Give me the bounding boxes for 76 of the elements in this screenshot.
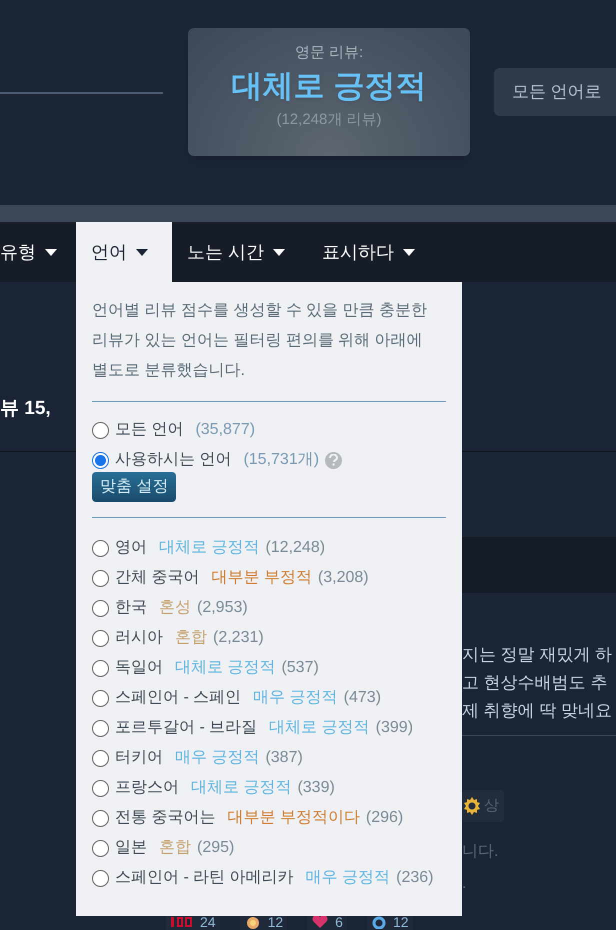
language-label[interactable]: 프랑스어 xyxy=(115,776,179,800)
rating-text: 대부분 부정적이다 xyxy=(227,808,360,828)
review-count: (295) xyxy=(197,838,234,858)
radio-button[interactable] xyxy=(92,540,109,556)
radio-button[interactable] xyxy=(92,660,109,676)
rating-text: 대체로 긍정적 xyxy=(191,778,292,798)
language-label[interactable]: 독일어 xyxy=(115,656,163,680)
language-label[interactable]: 터키어 xyxy=(115,746,163,770)
language-label[interactable]: 전통 중국어는 xyxy=(115,806,216,830)
radio-button[interactable] xyxy=(92,690,109,706)
review-total: 뷰 15, xyxy=(0,396,51,420)
review-text: 지는 정말 재밌게 하 고 현상수배범도 추 제 취향에 딱 맞네요 xyxy=(462,644,614,722)
heart-icon xyxy=(311,915,330,929)
gear-icon xyxy=(462,796,482,816)
review-count: (473) xyxy=(344,688,382,708)
language-label[interactable]: 한국 xyxy=(115,596,147,620)
review-note: . xyxy=(462,874,466,894)
rating-text: 혼성 xyxy=(159,598,191,618)
summary-label: 영문 리뷰: xyxy=(294,43,364,63)
radio-button[interactable] xyxy=(92,630,109,646)
radio-button[interactable] xyxy=(92,570,109,586)
rating-text: 혼합 xyxy=(159,838,191,858)
rating-text: 매우 긍정적 xyxy=(253,688,338,708)
review-count: (399) xyxy=(376,718,414,738)
caret-icon xyxy=(45,248,57,256)
radio-button[interactable] xyxy=(92,422,109,438)
caret-icon xyxy=(403,248,415,256)
summary-rating: 대체로 긍정적 xyxy=(232,66,426,104)
language-label[interactable]: 포르투갈어 - 브라질 xyxy=(115,716,258,740)
language-label[interactable]: 일본 xyxy=(115,836,147,860)
rating-text: 대체로 긍정적 xyxy=(175,658,276,678)
rating-text: 대체로 긍정적 xyxy=(269,718,370,738)
filter-tab[interactable]: 언어 xyxy=(76,222,172,282)
review-count: (296) xyxy=(366,808,404,828)
language-label[interactable]: 간체 중국어 xyxy=(115,566,200,590)
rating-text: 매우 긍정적 xyxy=(175,748,260,768)
rating-text: 대체로 긍정적 xyxy=(159,538,260,558)
review-count: (537) xyxy=(281,658,319,678)
language-label[interactable]: 스페인어 - 스페인 xyxy=(115,686,242,710)
filter-tab[interactable]: 유형 xyxy=(0,222,76,282)
option-count: (35,877) xyxy=(195,420,256,440)
review-count: (12,248) xyxy=(265,538,326,558)
review-note: 니다. xyxy=(462,842,500,862)
review-count: (2,231) xyxy=(213,628,264,648)
review-count: (387) xyxy=(265,748,303,768)
all-languages-button[interactable]: 모든 언어로 xyxy=(494,68,616,116)
radio-button[interactable] xyxy=(92,452,109,468)
rating-text: 대부분 부정적 xyxy=(211,568,312,588)
caret-icon xyxy=(273,248,286,256)
radio-button[interactable] xyxy=(92,600,109,616)
customize-button[interactable]: 맞춤 설정 xyxy=(92,472,176,502)
language-label[interactable]: 스페인어 - 라틴 아메리카 xyxy=(115,866,294,890)
filter-tab[interactable]: 노는 시간 xyxy=(172,222,307,282)
filter-tab[interactable]: 표시하다 xyxy=(307,222,437,282)
radio-button[interactable] xyxy=(92,870,109,886)
radio-button[interactable] xyxy=(92,720,109,736)
summary-count: (12,248개 리뷰) xyxy=(276,110,382,130)
option-label[interactable]: 사용하시는 언어 xyxy=(115,448,232,472)
radio-button[interactable] xyxy=(92,780,109,796)
rating-text: 매우 긍정적 xyxy=(306,868,390,888)
review-count: (2,953) xyxy=(197,598,248,618)
review-count: (3,208) xyxy=(318,568,369,588)
rating-text: 혼합 xyxy=(175,628,207,648)
option-label[interactable]: 모든 언어 xyxy=(115,418,184,442)
language-label[interactable]: 러시아 xyxy=(115,626,163,650)
menu-description: 언어별 리뷰 점수를 생성할 수 있을 만큼 충분한 리뷰가 있는 언어는 필터링 편의를 위해 아래에 별도로 분류했습니다. xyxy=(92,301,428,381)
review-count: (339) xyxy=(297,778,335,798)
ring-icon xyxy=(370,915,387,929)
hundred-points-icon xyxy=(170,916,194,928)
caret-icon xyxy=(136,248,148,256)
review-count: (236) xyxy=(396,868,434,888)
option-count: (15,731개) xyxy=(243,450,320,470)
language-label[interactable]: 영어 xyxy=(115,536,147,560)
radio-button[interactable] xyxy=(92,840,109,856)
radio-button[interactable] xyxy=(92,750,109,766)
radio-button[interactable] xyxy=(92,810,109,826)
